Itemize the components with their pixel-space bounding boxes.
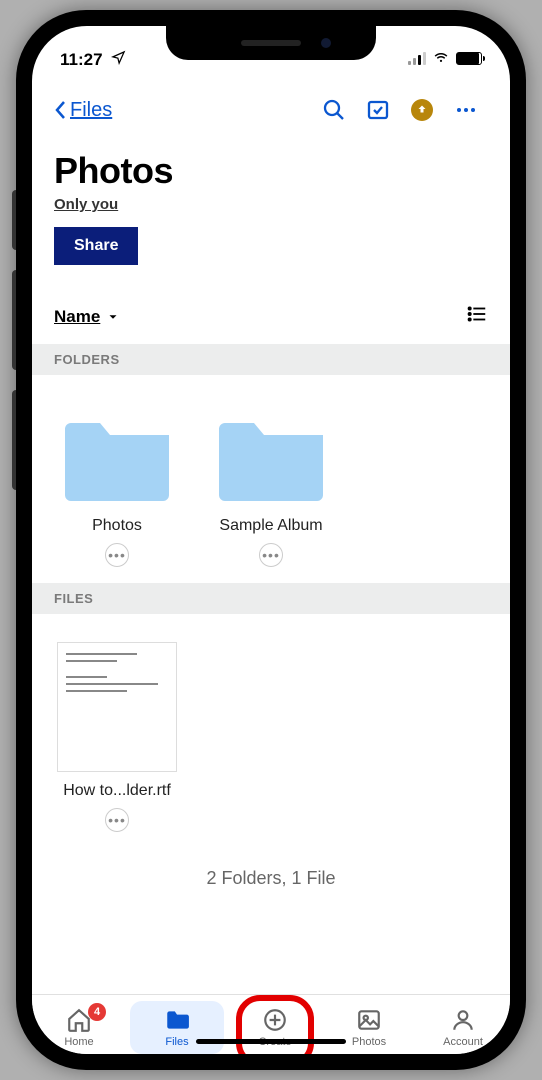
home-indicator[interactable] (196, 1039, 346, 1044)
location-icon (111, 50, 126, 70)
tab-label: Home (64, 1036, 93, 1048)
file-item[interactable]: How to...lder.rtf ••• (40, 634, 194, 840)
folder-icon (57, 403, 177, 503)
select-icon[interactable] (356, 90, 400, 130)
tab-label: Files (165, 1036, 188, 1048)
plus-circle-icon (262, 1007, 288, 1033)
share-status-link[interactable]: Only you (54, 196, 118, 213)
tab-account[interactable]: Account (416, 1001, 510, 1054)
item-more-icon[interactable]: ••• (105, 808, 129, 832)
tab-bar: Home 4 Files Create Photos Account (32, 994, 510, 1054)
tab-photos[interactable]: Photos (322, 1001, 416, 1054)
battery-icon (456, 52, 482, 65)
folder-icon (164, 1007, 190, 1033)
page-title: Photos (54, 150, 488, 192)
tab-create[interactable]: Create (228, 1001, 322, 1054)
item-more-icon[interactable]: ••• (105, 543, 129, 567)
folder-name: Photos (92, 517, 142, 535)
cell-signal-icon (408, 52, 426, 65)
status-time: 11:27 (60, 50, 103, 70)
user-icon (450, 1007, 476, 1033)
image-icon (356, 1007, 382, 1033)
file-name: How to...lder.rtf (63, 782, 171, 800)
folder-icon (211, 403, 331, 503)
folders-section-header: FOLDERS (32, 344, 510, 375)
chevron-down-icon (106, 310, 120, 324)
tab-home[interactable]: Home 4 (32, 1001, 126, 1054)
folder-item[interactable]: Sample Album ••• (194, 395, 348, 575)
folder-summary: 2 Folders, 1 File (32, 848, 510, 903)
wifi-icon (432, 47, 450, 70)
file-thumbnail (57, 642, 177, 772)
list-view-toggle-icon[interactable] (466, 303, 488, 330)
sync-status-icon[interactable] (400, 90, 444, 130)
files-section-header: FILES (32, 583, 510, 614)
more-icon[interactable] (444, 90, 488, 130)
tab-label: Photos (352, 1036, 386, 1048)
tab-label: Account (443, 1036, 483, 1048)
folder-item[interactable]: Photos ••• (40, 395, 194, 575)
tab-files[interactable]: Files (130, 1001, 224, 1054)
search-icon[interactable] (312, 90, 356, 130)
back-label: Files (70, 99, 112, 122)
notification-badge: 4 (88, 1003, 106, 1021)
folder-name: Sample Album (219, 517, 322, 535)
back-button[interactable]: Files (54, 99, 112, 122)
share-button[interactable]: Share (54, 227, 138, 265)
sort-button[interactable]: Name (54, 307, 120, 327)
sort-label: Name (54, 307, 100, 327)
item-more-icon[interactable]: ••• (259, 543, 283, 567)
